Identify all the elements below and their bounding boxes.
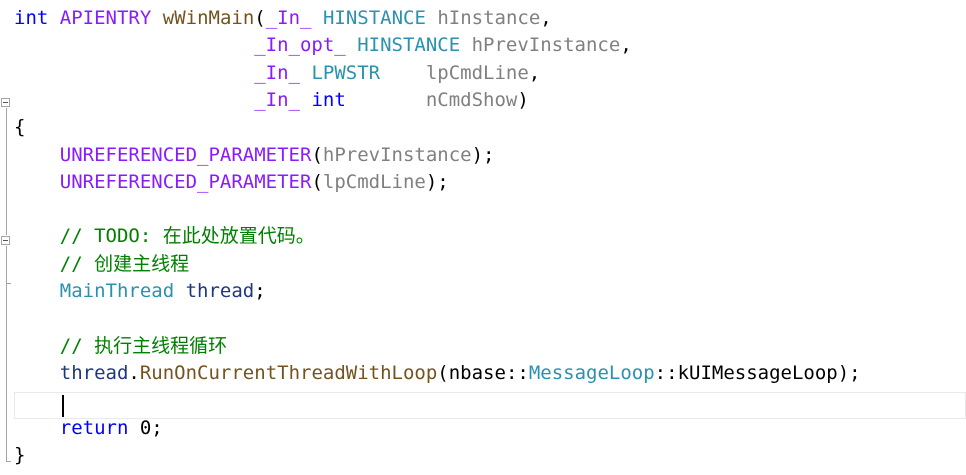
code-token: , [540, 7, 552, 29]
code-token: ( [311, 143, 323, 166]
code-token: MainThread [59, 280, 175, 302]
code-token: _In_opt_ [254, 34, 346, 57]
code-line[interactable]: // TODO: 在此处放置代码。 [14, 223, 315, 250]
outline-guide [6, 284, 7, 462]
code-token: kUIMessageLoop [677, 361, 838, 384]
outline-guide [6, 108, 7, 235]
code-token: ); [471, 143, 495, 166]
code-token: HINSTANCE [357, 34, 461, 57]
code-line[interactable]: // 创建主线程 [14, 251, 189, 278]
code-token: MessageLoop [528, 361, 655, 384]
code-token: thread [59, 361, 129, 384]
code-token: APIENTRY [59, 7, 152, 29]
code-token: return [59, 416, 129, 439]
collapse-comment-icon[interactable] [1, 236, 10, 245]
code-token: _In_ [265, 7, 312, 29]
code-line[interactable]: _In_ LPWSTR lpCmdLine, [14, 60, 540, 87]
outlining-margin [0, 0, 14, 475]
code-token: 0; [128, 416, 163, 439]
code-token: _In_ [254, 88, 300, 111]
code-token: ); [837, 361, 861, 384]
code-token: ); [425, 170, 449, 193]
code-token: wWinMain [162, 7, 255, 29]
code-line[interactable]: UNREFERENCED_PARAMETER(lpCmdLine); [14, 169, 449, 196]
code-token: ( [254, 7, 266, 29]
code-token: lpCmdLine [425, 61, 529, 84]
code-token: LPWSTR [311, 61, 381, 84]
collapse-function-icon[interactable] [1, 98, 10, 107]
code-line[interactable]: return 0; [14, 415, 163, 442]
code-token: nbase [448, 361, 506, 384]
code-line[interactable]: { [14, 114, 25, 141]
code-token: thread [185, 280, 255, 302]
code-token: int [311, 88, 346, 111]
code-line[interactable]: _In_ int nCmdShow) [14, 87, 529, 114]
code-token: hPrevInstance [322, 143, 472, 166]
code-token: UNREFERENCED_PARAMETER [59, 143, 312, 166]
code-token: // 执行主线程循环 [59, 334, 228, 357]
code-token: hPrevInstance [471, 34, 621, 57]
code-token: ; [254, 280, 266, 302]
code-line[interactable]: _In_opt_ HINSTANCE hPrevInstance, [14, 32, 632, 59]
code-token: :: [654, 361, 678, 384]
code-token: _In_ [254, 61, 300, 84]
code-token: // TODO: 在此处放置代码。 [59, 225, 315, 248]
code-token: lpCmdLine [322, 170, 426, 193]
code-line[interactable]: UNREFERENCED_PARAMETER(hPrevInstance); [14, 142, 495, 169]
code-token: , [620, 34, 632, 57]
code-token: UNREFERENCED_PARAMETER [59, 170, 312, 193]
code-token: . [128, 361, 140, 384]
code-token: ( [437, 361, 449, 384]
code-line[interactable]: // 执行主线程循环 [14, 333, 227, 360]
code-editor[interactable]: int APIENTRY wWinMain(_In_ HINSTANCE hIn… [0, 0, 966, 475]
code-token: ) [517, 88, 529, 111]
code-token: ( [311, 170, 323, 193]
code-line[interactable]: thread.RunOnCurrentThreadWithLoop(nbase:… [14, 360, 861, 387]
code-token: :: [505, 361, 529, 384]
code-token: nCmdShow [425, 88, 518, 111]
code-token: int [14, 7, 49, 29]
text-caret [62, 395, 64, 417]
outline-guide [6, 246, 7, 284]
code-token: RunOnCurrentThreadWithLoop [139, 361, 438, 384]
code-token: hInstance [437, 7, 541, 29]
code-token: { [14, 116, 26, 139]
code-token: HINSTANCE [322, 7, 426, 29]
code-token: , [528, 61, 541, 84]
outline-end-marker [6, 461, 11, 462]
code-token: // 创建主线程 [59, 252, 190, 275]
code-line[interactable]: MainThread thread; [14, 278, 266, 305]
code-line[interactable]: } [14, 442, 25, 469]
code-line[interactable]: int APIENTRY wWinMain(_In_ HINSTANCE hIn… [14, 5, 552, 32]
code-token: } [14, 443, 26, 466]
